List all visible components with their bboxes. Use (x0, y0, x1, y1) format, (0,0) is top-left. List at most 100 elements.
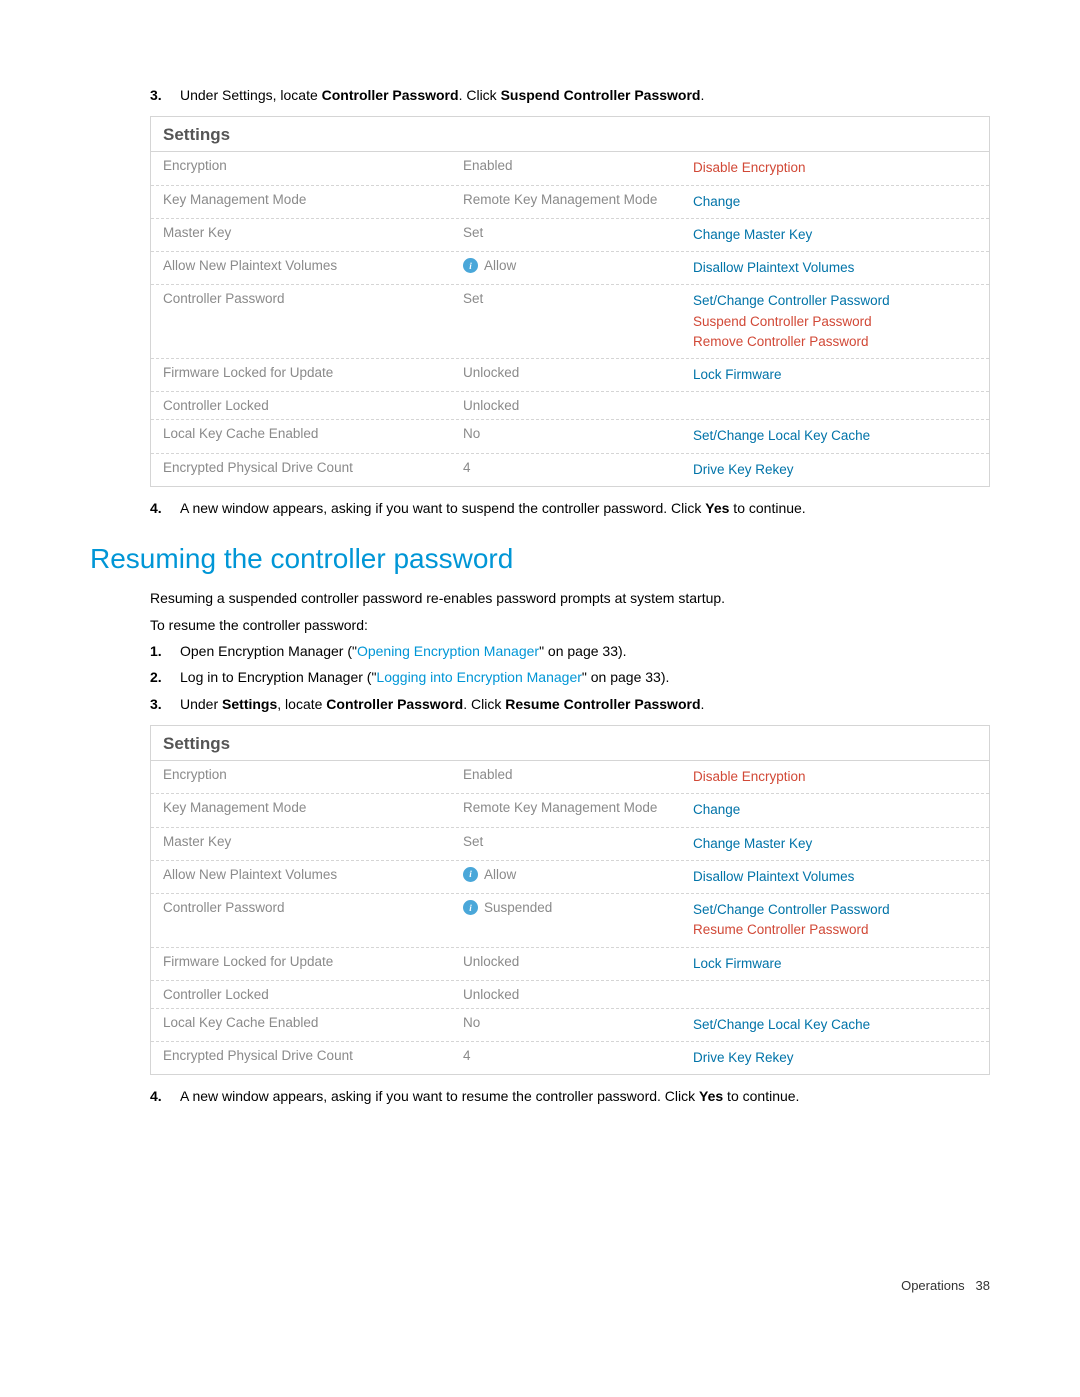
table-row: Controller LockedUnlocked (151, 392, 989, 420)
setting-actions: Disable Encryption (681, 761, 989, 793)
setting-value: Unlocked (451, 981, 681, 1008)
setting-actions (681, 981, 989, 993)
panel-title: Settings (151, 726, 989, 761)
footer-page-number: 38 (976, 1278, 990, 1293)
setting-actions: Drive Key Rekey (681, 1042, 989, 1074)
setting-actions: Disallow Plaintext Volumes (681, 252, 989, 284)
setting-value: Set (451, 285, 681, 312)
step-number: 4. (150, 497, 180, 519)
action-link[interactable]: Drive Key Rekey (693, 1048, 977, 1068)
step-4-top: 4. A new window appears, asking if you w… (150, 497, 990, 519)
step-3-top: 3. Under Settings, locate Controller Pas… (150, 84, 990, 106)
setting-label: Encrypted Physical Drive Count (151, 1042, 451, 1069)
settings-panel-2: Settings EncryptionEnabled Disable Encryp… (150, 725, 990, 1075)
setting-actions: Lock Firmware (681, 359, 989, 391)
setting-value: Enabled (451, 152, 681, 179)
setting-value: Set (451, 828, 681, 855)
link-opening-encryption-manager[interactable]: Opening Encryption Manager (357, 643, 539, 659)
setting-actions: Set/Change Local Key Cache (681, 1009, 989, 1041)
step-text: Open Encryption Manager ("Opening Encryp… (180, 640, 990, 662)
paragraph: Resuming a suspended controller password… (150, 587, 990, 609)
setting-label: Encrypted Physical Drive Count (151, 454, 451, 481)
panel-rows: EncryptionEnabled Disable Encryption Key M… (151, 152, 989, 486)
info-icon[interactable]: i (463, 258, 478, 273)
step-b2: 2. Log in to Encryption Manager ("Loggin… (150, 666, 990, 688)
setting-label: Encryption (151, 152, 451, 179)
step-number: 3. (150, 693, 180, 715)
setting-label: Key Management Mode (151, 186, 451, 213)
action-link[interactable]: Set/Change Local Key Cache (693, 1015, 977, 1035)
setting-label: Controller Locked (151, 392, 451, 419)
table-row: Local Key Cache EnabledNo Set/Change Loca… (151, 420, 989, 453)
setting-actions: Change Master Key (681, 828, 989, 860)
action-link[interactable]: Remove Controller Password (693, 332, 977, 352)
step-text: A new window appears, asking if you want… (180, 497, 990, 519)
step-text: Log in to Encryption Manager ("Logging i… (180, 666, 990, 688)
setting-actions: Change (681, 186, 989, 218)
action-link[interactable]: Set/Change Controller Password (693, 291, 977, 311)
action-link[interactable]: Drive Key Rekey (693, 460, 977, 480)
action-link[interactable]: Change (693, 192, 977, 212)
setting-actions: Change Master Key (681, 219, 989, 251)
step-b3: 3. Under Settings, locate Controller Pas… (150, 693, 990, 715)
step-text: A new window appears, asking if you want… (180, 1085, 990, 1107)
panel-title: Settings (151, 117, 989, 152)
setting-label: Master Key (151, 828, 451, 855)
setting-value: No (451, 420, 681, 447)
action-link[interactable]: Set/Change Controller Password (693, 900, 977, 920)
table-row: Controller LockedUnlocked (151, 981, 989, 1009)
table-row: Key Management ModeRemote Key Management… (151, 186, 989, 219)
action-link[interactable]: Suspend Controller Password (693, 312, 977, 332)
settings-panel-1: Settings EncryptionEnabled Disable Encryp… (150, 116, 990, 487)
setting-label: Allow New Plaintext Volumes (151, 861, 451, 888)
setting-label: Controller Password (151, 285, 451, 312)
setting-label: Local Key Cache Enabled (151, 1009, 451, 1036)
step-b1: 1. Open Encryption Manager ("Opening Enc… (150, 640, 990, 662)
info-icon[interactable]: i (463, 900, 478, 915)
setting-value: iSuspended (451, 894, 681, 921)
setting-label: Controller Password (151, 894, 451, 921)
setting-actions (681, 392, 989, 404)
action-link[interactable]: Change Master Key (693, 834, 977, 854)
link-logging-into-encryption-manager[interactable]: Logging into Encryption Manager (376, 669, 581, 685)
action-link[interactable]: Disable Encryption (693, 158, 977, 178)
setting-actions: Disable Encryption (681, 152, 989, 184)
table-row: Firmware Locked for UpdateUnlockedLock F… (151, 948, 989, 981)
action-link[interactable]: Disable Encryption (693, 767, 977, 787)
page-footer: Operations 38 (90, 1278, 990, 1293)
setting-label: Encryption (151, 761, 451, 788)
setting-value: iAllow (451, 861, 681, 888)
table-row: Key Management ModeRemote Key Management… (151, 794, 989, 827)
table-row: Master KeySet Change Master Key (151, 219, 989, 252)
setting-label: Firmware Locked for Update (151, 359, 451, 386)
setting-actions: Change (681, 794, 989, 826)
table-row: Controller PasswordiSuspended Set/Change … (151, 894, 989, 948)
setting-label: Local Key Cache Enabled (151, 420, 451, 447)
setting-label: Master Key (151, 219, 451, 246)
action-link[interactable]: Lock Firmware (693, 365, 977, 385)
table-row: Allow New Plaintext VolumesiAllowDisallo… (151, 252, 989, 285)
setting-value: Enabled (451, 761, 681, 788)
action-link[interactable]: Set/Change Local Key Cache (693, 426, 977, 446)
info-icon[interactable]: i (463, 867, 478, 882)
table-row: Firmware Locked for UpdateUnlockedLock F… (151, 359, 989, 392)
setting-value: Remote Key Management Mode (451, 186, 681, 213)
panel-rows: EncryptionEnabled Disable Encryption Key M… (151, 761, 989, 1074)
action-link[interactable]: Change (693, 800, 977, 820)
action-link[interactable]: Change Master Key (693, 225, 977, 245)
setting-label: Allow New Plaintext Volumes (151, 252, 451, 279)
action-link[interactable]: Lock Firmware (693, 954, 977, 974)
action-link[interactable]: Disallow Plaintext Volumes (693, 867, 977, 887)
table-row: Encrypted Physical Drive Count4 Drive Key… (151, 454, 989, 486)
setting-value: Unlocked (451, 392, 681, 419)
setting-value: 4 (451, 454, 681, 481)
action-link[interactable]: Resume Controller Password (693, 920, 977, 940)
setting-value: Set (451, 219, 681, 246)
setting-actions: Disallow Plaintext Volumes (681, 861, 989, 893)
setting-label: Controller Locked (151, 981, 451, 1008)
step-number: 2. (150, 666, 180, 688)
action-link[interactable]: Disallow Plaintext Volumes (693, 258, 977, 278)
setting-actions: Set/Change Local Key Cache (681, 420, 989, 452)
setting-actions: Lock Firmware (681, 948, 989, 980)
setting-value: Remote Key Management Mode (451, 794, 681, 821)
